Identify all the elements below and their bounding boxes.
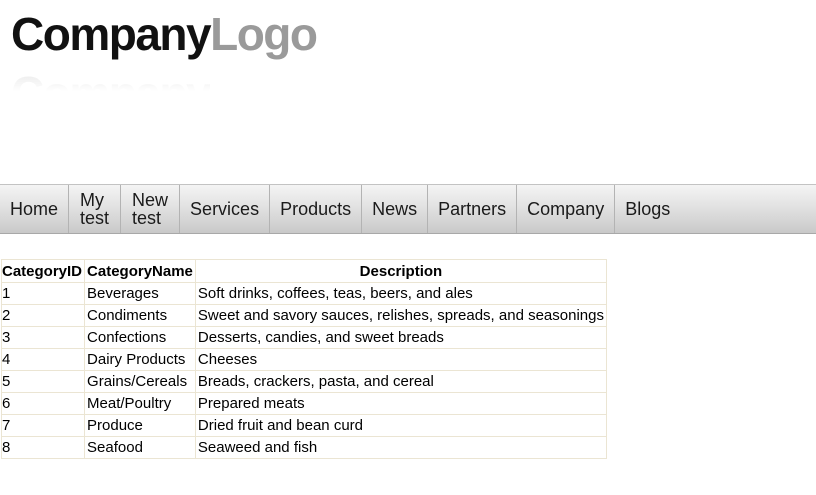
- cell-category-id: 3: [0, 326, 86, 349]
- cell-category-id: 7: [0, 414, 86, 437]
- logo-reflection: CompanyLogo: [11, 63, 211, 93]
- nav-item-home[interactable]: Home: [0, 185, 70, 233]
- cell-description: Cheeses: [194, 348, 607, 371]
- nav-item-new-test[interactable]: New test: [121, 185, 181, 233]
- cell-category-name: Produce: [84, 414, 196, 437]
- table-row: 5 Grains/Cereals Breads, crackers, pasta…: [0, 370, 607, 393]
- nav-item-my-test[interactable]: My test: [69, 185, 122, 233]
- table-row: 7 Produce Dried fruit and bean curd: [0, 414, 607, 437]
- table-row: 8 Seafood Seaweed and fish: [0, 436, 607, 459]
- cell-description: Prepared meats: [194, 392, 607, 415]
- cell-description: Desserts, candies, and sweet breads: [194, 326, 607, 349]
- table-row: 2 Condiments Sweet and savory sauces, re…: [0, 304, 607, 327]
- cell-description: Sweet and savory sauces, relishes, sprea…: [194, 304, 607, 327]
- table-row: 6 Meat/Poultry Prepared meats: [0, 392, 607, 415]
- table-row: 4 Dairy Products Cheeses: [0, 348, 607, 371]
- cell-description: Seaweed and fish: [194, 436, 607, 459]
- nav-item-news[interactable]: News: [362, 185, 429, 233]
- main-nav-bar: Home My test New test Services Products …: [0, 184, 816, 234]
- cell-description: Breads, crackers, pasta, and cereal: [194, 370, 607, 393]
- cell-category-id: 6: [0, 392, 86, 415]
- nav-item-products[interactable]: Products: [270, 185, 363, 233]
- cell-category-name: Condiments: [84, 304, 196, 327]
- table-header-row: CategoryID CategoryName Description: [0, 259, 607, 283]
- column-header-description: Description: [194, 259, 607, 283]
- table-row: 3 Confections Desserts, candies, and swe…: [0, 326, 607, 349]
- cell-description: Dried fruit and bean curd: [194, 414, 607, 437]
- cell-category-id: 8: [0, 436, 86, 459]
- nav-item-blogs[interactable]: Blogs: [615, 185, 674, 233]
- company-logo: CompanyLogo: [11, 4, 318, 64]
- cell-category-name: Grains/Cereals: [84, 370, 196, 393]
- cell-category-name: Beverages: [84, 282, 196, 305]
- column-header-category-name: CategoryName: [84, 259, 196, 283]
- categories-table: CategoryID CategoryName Description 1 Be…: [0, 259, 607, 459]
- logo-company-text: Company: [11, 8, 212, 60]
- cell-category-name: Seafood: [84, 436, 196, 459]
- cell-category-id: 4: [0, 348, 86, 371]
- nav-item-company[interactable]: Company: [517, 185, 616, 233]
- table-row: 1 Beverages Soft drinks, coffees, teas, …: [0, 282, 607, 305]
- cell-category-id: 1: [0, 282, 86, 305]
- cell-category-name: Confections: [84, 326, 196, 349]
- logo-reflection-company: Company: [11, 67, 211, 93]
- cell-category-name: Dairy Products: [84, 348, 196, 371]
- cell-description: Soft drinks, coffees, teas, beers, and a…: [194, 282, 607, 305]
- column-header-category-id: CategoryID: [0, 259, 86, 283]
- nav-item-partners[interactable]: Partners: [428, 185, 518, 233]
- logo-logo-text: Logo: [210, 8, 318, 60]
- cell-category-id: 5: [0, 370, 86, 393]
- cell-category-id: 2: [0, 304, 86, 327]
- nav-item-services[interactable]: Services: [180, 185, 271, 233]
- cell-category-name: Meat/Poultry: [84, 392, 196, 415]
